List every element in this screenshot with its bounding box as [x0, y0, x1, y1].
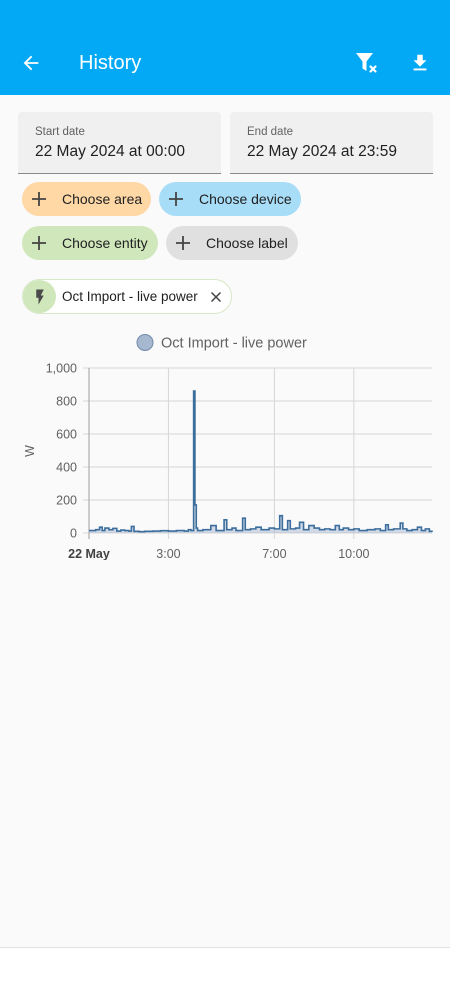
legend-marker [136, 334, 154, 351]
y-axis-label: W [23, 445, 37, 457]
y-tick-label: 600 [56, 428, 77, 442]
download-icon [409, 52, 431, 79]
history-chart: Oct Import - live power 0 200 400 600 800 1,0… [23, 334, 433, 560]
series-line [89, 390, 433, 533]
download-button[interactable] [403, 48, 437, 82]
selected-entity-label: Oct Import - live power [62, 289, 198, 304]
series-area [89, 391, 432, 533]
choose-device-chip[interactable]: Choose device [159, 182, 301, 216]
arrow-left-icon [20, 52, 42, 79]
y-tick-label: 200 [56, 494, 77, 508]
x-tick-label: 7:00 [262, 547, 286, 560]
x-tick-label: 10:00 [338, 547, 369, 560]
x-tick-label: 22 May [68, 547, 110, 560]
choose-entity-label: Choose entity [62, 235, 148, 251]
end-date-value: 22 May 2024 at 23:59 [247, 143, 397, 160]
x-tick-label: 3:00 [156, 547, 180, 560]
choose-entity-chip[interactable]: Choose entity [22, 226, 158, 260]
end-date-label: End date [247, 126, 294, 138]
end-date-field[interactable]: End date 22 May 2024 at 23:59 [230, 112, 433, 174]
y-tick-label: 400 [56, 461, 77, 475]
choose-label-label: Choose label [206, 235, 288, 251]
back-button[interactable] [14, 48, 48, 82]
start-date-field[interactable]: Start date 22 May 2024 at 00:00 [18, 112, 221, 174]
plus-icon [174, 234, 192, 252]
choose-area-chip[interactable]: Choose area [22, 182, 151, 216]
clear-filter-button[interactable] [350, 48, 384, 82]
choose-area-label: Choose area [62, 191, 143, 207]
start-date-value: 22 May 2024 at 00:00 [35, 143, 185, 160]
y-tick-label: 800 [56, 395, 77, 409]
close-icon[interactable] [207, 288, 225, 306]
selected-entity-chip[interactable]: Oct Import - live power [22, 279, 232, 314]
bottom-bar [0, 947, 450, 1000]
app-bar: History [0, 0, 450, 95]
chart-legend[interactable]: Oct Import - live power [136, 334, 307, 352]
plus-icon [30, 190, 48, 208]
start-date-label: Start date [35, 126, 85, 138]
plus-icon [167, 190, 185, 208]
plus-icon [30, 234, 48, 252]
choose-device-label: Choose device [199, 191, 292, 207]
y-tick-label: 1,000 [46, 362, 77, 376]
choose-label-chip[interactable]: Choose label [166, 226, 298, 260]
legend-label: Oct Import - live power [161, 336, 307, 352]
page-title: History [79, 52, 142, 74]
flash-icon [23, 280, 56, 313]
y-tick-label: 0 [70, 527, 77, 541]
filter-remove-icon [353, 49, 381, 82]
